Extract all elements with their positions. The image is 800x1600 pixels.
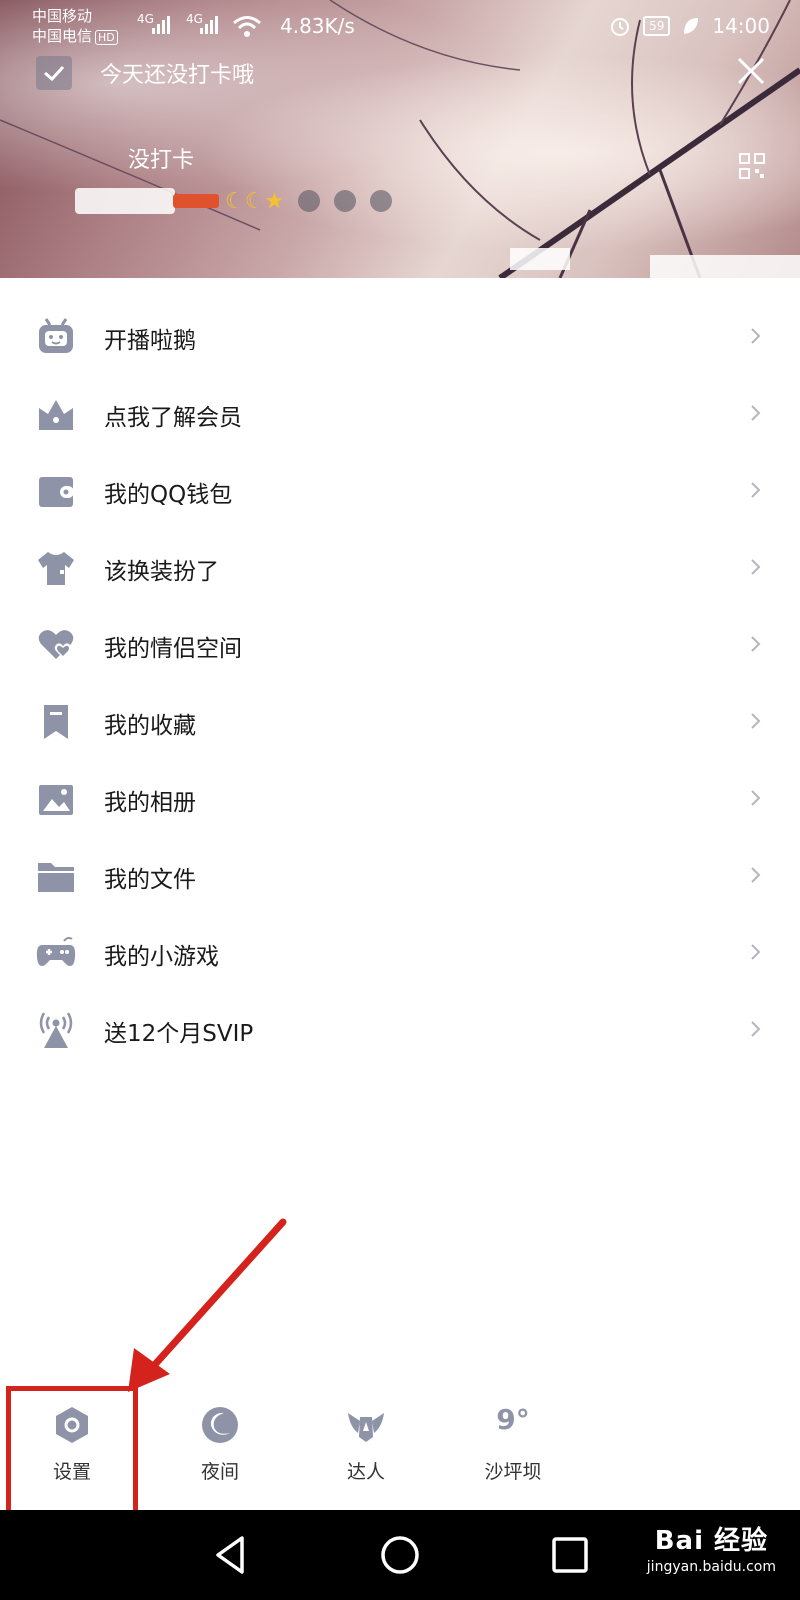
night-mode-button[interactable]: 夜间 — [165, 1395, 275, 1505]
expert-button[interactable]: 达人 — [311, 1395, 421, 1505]
hearts-icon — [38, 630, 74, 659]
menu-item-wallet[interactable]: 我的QQ钱包 — [0, 451, 800, 528]
menu-label: 我的QQ钱包 — [104, 482, 233, 508]
chevron-right-icon — [751, 713, 761, 729]
menu-item-membership[interactable]: 点我了解会员 — [0, 374, 800, 451]
crown-icon — [39, 400, 73, 430]
chevron-right-icon — [751, 790, 761, 806]
menu-label: 送12个月SVIP — [104, 1021, 254, 1047]
home-circle-icon[interactable] — [377, 1532, 423, 1578]
tshirt-icon — [38, 552, 74, 585]
recents-square-icon[interactable] — [547, 1532, 593, 1578]
close-icon[interactable] — [736, 56, 766, 86]
menu-label: 我的相册 — [104, 790, 196, 816]
menu-item-favorites[interactable]: 我的收藏 — [0, 682, 800, 759]
folder-icon — [38, 863, 74, 892]
photo-icon — [39, 785, 73, 815]
signal-bars-1-icon — [152, 16, 170, 34]
qr-code-icon[interactable] — [738, 152, 766, 180]
menu-item-minigames[interactable]: 我的小游戏 — [0, 913, 800, 990]
status-right: 59 14:00 — [609, 14, 770, 38]
menu-item-svip[interactable]: 送12个月SVIP — [0, 990, 800, 1067]
carrier-info: 中国移动 中国电信 HD — [32, 6, 118, 46]
back-triangle-icon[interactable] — [208, 1532, 254, 1578]
menu-item-couple[interactable]: 我的情侣空间 — [0, 605, 800, 682]
menu-label: 我的收藏 — [104, 713, 196, 739]
chevron-right-icon — [751, 405, 761, 421]
medal-icon — [298, 190, 321, 212]
carrier-2: 中国电信 — [32, 27, 93, 45]
chevron-right-icon — [751, 559, 761, 575]
wifi-icon — [233, 16, 261, 37]
moon-level-icon: ☾☾★ — [225, 188, 285, 214]
signal-bars-2-icon — [200, 16, 218, 34]
moon-icon — [202, 1407, 238, 1443]
leaf-eco-icon — [684, 18, 699, 34]
night-label: 夜间 — [200, 1461, 239, 1483]
battery-indicator: 59 — [643, 16, 671, 36]
nickname-redacted — [75, 188, 175, 214]
vip-tag — [173, 194, 219, 208]
chevron-right-icon — [751, 482, 761, 498]
menu-item-dressup[interactable]: 该换装扮了 — [0, 528, 800, 605]
weather-button[interactable]: 9° 沙坪坝 — [458, 1395, 568, 1505]
drawer-menu: 开播啦鹅 点我了解会员 我的QQ钱包 该换装扮了 我的情侣空间 我的收藏 我的相… — [0, 297, 800, 1067]
wallet-icon — [39, 477, 74, 507]
screen: 中国移动 中国电信 HD 4G 4G 4.83K/s 59 14:00 今天还没… — [0, 0, 800, 1600]
watermark-sub: jingyan.baidu.com — [646, 1559, 776, 1575]
menu-label: 该换装扮了 — [104, 559, 219, 585]
bookmark-icon — [44, 705, 68, 739]
baidu-watermark: Bai 经验 jingyan.baidu.com — [647, 1520, 776, 1575]
menu-label: 开播啦鹅 — [104, 328, 196, 354]
chevron-right-icon — [751, 636, 761, 652]
menu-label: 我的小游戏 — [104, 944, 219, 970]
chevron-right-icon — [751, 1021, 761, 1037]
winged-badge-icon — [348, 1413, 384, 1442]
menu-label: 我的情侣空间 — [104, 636, 242, 662]
profile-header: 中国移动 中国电信 HD 4G 4G 4.83K/s 59 14:00 今天还没… — [0, 0, 800, 278]
menu-label: 点我了解会员 — [104, 405, 242, 431]
expert-label: 达人 — [346, 1461, 385, 1483]
network-speed: 4.83K/s — [280, 14, 355, 38]
checkin-status: 没打卡 — [128, 148, 195, 173]
highlight-box — [6, 1386, 138, 1520]
menu-item-live[interactable]: 开播啦鹅 — [0, 297, 800, 374]
checkbox-calendar-icon — [36, 56, 72, 90]
robot-tv-icon — [39, 318, 73, 353]
menu-item-files[interactable]: 我的文件 — [0, 836, 800, 913]
carrier-1: 中国移动 — [32, 7, 93, 25]
checkin-text: 今天还没打卡哦 — [100, 63, 255, 88]
weather-location: 沙坪坝 — [484, 1461, 542, 1483]
chevron-right-icon — [751, 328, 761, 344]
chevron-right-icon — [751, 944, 761, 960]
hd-badge: HD — [95, 30, 118, 45]
checkin-banner[interactable]: 今天还没打卡哦 — [36, 55, 254, 91]
system-nav-bar: Bai 经验 jingyan.baidu.com — [0, 1510, 800, 1600]
watermark-main: Bai 经验 — [654, 1526, 769, 1556]
menu-label: 我的文件 — [104, 867, 196, 893]
penguin-medal-icon — [334, 190, 357, 212]
status-bar: 中国移动 中国电信 HD 4G 4G 4.83K/s 59 14:00 — [0, 0, 800, 55]
alarm-icon — [611, 18, 630, 36]
broadcast-icon — [39, 1012, 73, 1048]
badge-row: ☾☾★ — [75, 188, 393, 214]
chevron-right-icon — [751, 867, 761, 883]
menu-item-album[interactable]: 我的相册 — [0, 759, 800, 836]
clock-time: 14:00 — [712, 14, 770, 38]
gamepad-icon — [36, 936, 76, 966]
weather-temperature: 9° — [496, 1403, 530, 1436]
lightning-medal-icon — [370, 190, 393, 212]
